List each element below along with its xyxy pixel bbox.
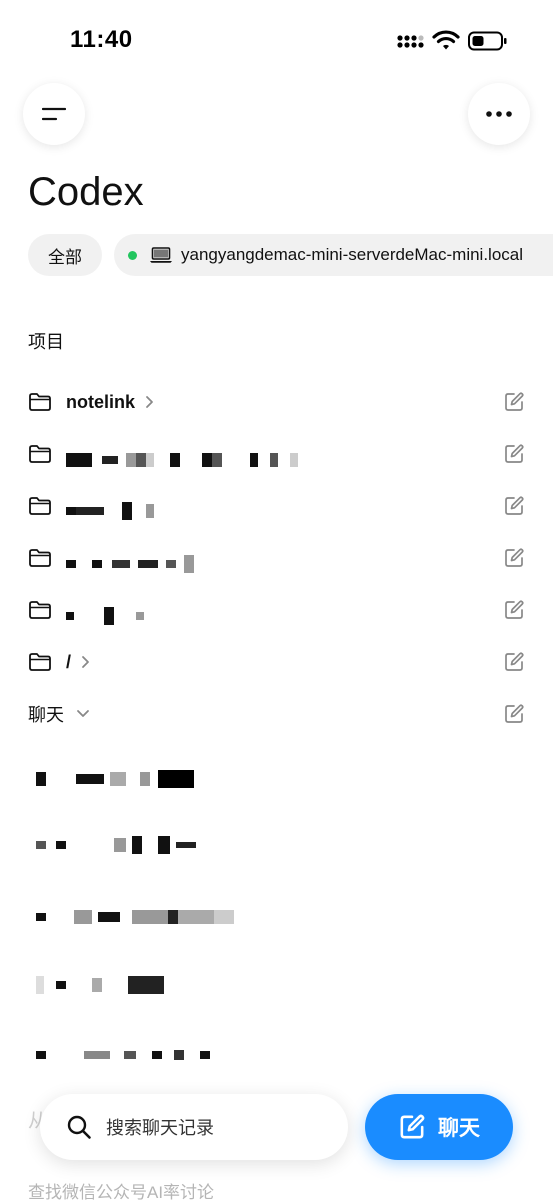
cellular-signal-icon [397,35,424,48]
new-chat-button[interactable]: 聊天 [365,1094,513,1160]
redacted-project-name [66,448,298,472]
projects-section-label: 项目 [28,332,64,352]
folder-icon [29,393,51,411]
new-chat-button-label: 聊天 [438,1117,480,1140]
folder-icon [29,445,51,463]
project-row[interactable]: / [28,642,525,682]
folder-icon [29,601,51,619]
redacted-project-name [66,604,144,628]
chevron-right-icon [82,656,89,668]
redacted-chat-title [36,1043,210,1067]
filter-chip-host[interactable]: yangyangdemac-mini-serverdeMac-mini.loca… [114,234,553,276]
filter-chip-all[interactable]: 全部 [28,234,102,276]
edit-icon[interactable] [503,651,525,673]
project-row[interactable] [28,590,525,630]
hamburger-menu-icon [42,107,66,121]
chat-list-item[interactable] [36,970,164,1000]
project-row[interactable] [28,538,525,578]
redacted-chat-title [36,973,164,997]
project-name: notelink [66,391,136,412]
chevron-down-icon [77,710,89,717]
edit-icon[interactable] [503,391,525,413]
folder-icon [29,549,51,567]
status-bar: 11:40 [0,0,553,80]
chats-section-label: 聊天 [28,705,64,725]
laptop-icon [150,247,172,263]
edit-icon[interactable] [503,495,525,517]
new-chat-edit-icon[interactable] [503,703,525,725]
project-name: / [66,651,72,672]
edit-icon[interactable] [503,443,525,465]
online-status-dot [128,250,137,260]
search-chats-input[interactable]: 搜索聊天记录 [40,1094,348,1160]
edit-icon[interactable] [503,599,525,621]
compose-icon [400,1114,425,1139]
redacted-project-name [66,499,154,523]
search-icon [67,1115,91,1139]
chat-list-item[interactable] [36,764,194,794]
redacted-project-name [66,552,194,576]
project-row[interactable] [28,434,525,474]
folder-icon [29,653,51,671]
chats-section-header[interactable]: 聊天 [28,694,525,734]
status-time: 11:40 [70,26,133,53]
search-placeholder: 搜索聊天记录 [106,1118,214,1138]
redacted-chat-title [36,833,196,857]
chevron-right-icon [146,396,153,408]
redacted-chat-title [36,905,234,929]
ellipsis-icon [486,111,512,117]
host-label: yangyangdemac-mini-serverdeMac-mini.loca… [181,245,524,264]
battery-icon [468,31,507,51]
wifi-icon [432,30,460,50]
chat-list-item[interactable] [36,1040,210,1070]
chat-list-item[interactable] [36,830,196,860]
project-row[interactable]: notelink [28,382,525,422]
edit-icon[interactable] [503,547,525,569]
menu-button[interactable] [23,83,85,145]
page-title: Codex [28,170,144,214]
folder-icon [29,497,51,515]
more-options-button[interactable] [468,83,530,145]
chat-list-item-faded[interactable]: 查找微信公众号AI率讨论 [28,1178,214,1200]
redacted-chat-title [36,767,194,791]
project-row[interactable] [28,486,525,526]
chat-list-item[interactable] [36,902,234,932]
